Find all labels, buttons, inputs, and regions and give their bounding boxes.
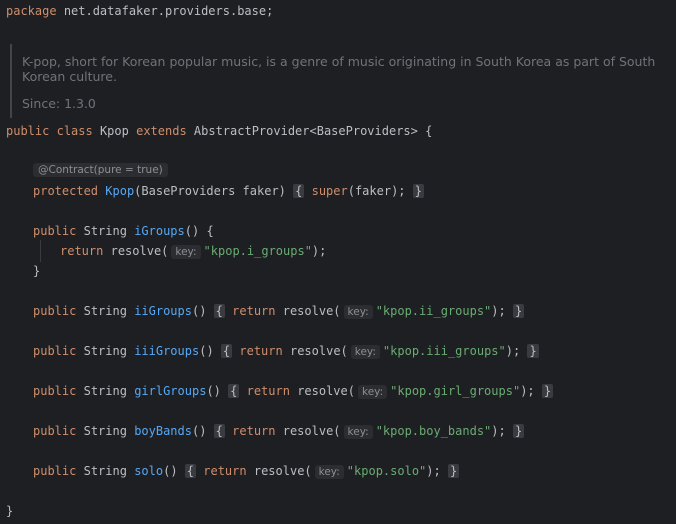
package-line[interactable]: package net.datafaker.providers.base; — [6, 2, 273, 20]
superclass-name: AbstractProvider<BaseProviders> — [193, 124, 418, 138]
param-hint-key: key: — [343, 305, 373, 319]
fold-close-brace[interactable]: } — [512, 304, 525, 318]
call-end: ); — [311, 244, 327, 258]
method-girlgroups[interactable]: public String girlGroups() { return reso… — [33, 382, 554, 400]
fold-open-brace[interactable]: { — [228, 384, 240, 398]
class-declaration[interactable]: public class Kpop extends AbstractProvid… — [6, 122, 432, 140]
extends-keyword: extends — [136, 124, 187, 138]
key-string: "kpop.girl_groups" — [390, 384, 521, 398]
param-hint-key: key: — [171, 245, 201, 259]
fold-close-brace[interactable]: } — [527, 344, 539, 358]
fold-open-brace[interactable]: { — [213, 424, 225, 438]
method-name: solo — [134, 464, 164, 478]
method-igroups-body[interactable]: return resolve(key: "kpop.i_groups"); — [60, 242, 326, 260]
package-keyword: package — [6, 4, 57, 18]
key-string: "kpop.ii_groups" — [375, 304, 492, 318]
fold-open-brace[interactable]: { — [293, 184, 305, 198]
param-hint-key: key: — [350, 345, 380, 359]
method-iiigroups[interactable]: public String iiiGroups() { return resol… — [33, 342, 539, 360]
class-close-brace[interactable]: } — [6, 502, 13, 520]
public-keyword: public — [33, 224, 77, 238]
constructor-params: (BaseProviders faker) — [134, 184, 286, 198]
fold-close-brace[interactable]: } — [541, 384, 554, 398]
method-igroups-signature[interactable]: public String iGroups() { — [33, 222, 214, 240]
public-keyword: public — [6, 124, 50, 138]
javadoc-text: K-pop, short for Korean popular music, i… — [22, 54, 656, 84]
method-solo[interactable]: public String solo() { return resolve(ke… — [33, 462, 460, 480]
param-hint-key: key: — [314, 465, 344, 479]
method-boybands[interactable]: public String boyBands() { return resolv… — [33, 422, 525, 440]
method-name: boyBands — [134, 424, 192, 438]
method-name: iiiGroups — [134, 344, 200, 358]
super-keyword: super — [311, 184, 348, 198]
method-igroups-close[interactable]: } — [33, 262, 40, 280]
return-type: String — [83, 224, 127, 238]
method-name: iiGroups — [134, 304, 192, 318]
key-string: "kpop.solo" — [346, 464, 427, 478]
param-hint-key: key: — [357, 385, 388, 399]
key-string: "kpop.boy_bands" — [375, 424, 492, 438]
constructor-line[interactable]: protected Kpop(BaseProviders faker) { su… — [33, 182, 424, 200]
method-iigroups[interactable]: public String iiGroups() { return resolv… — [33, 302, 525, 320]
method-open-brace: { — [206, 224, 214, 238]
key-string: "kpop.i_groups" — [203, 244, 312, 258]
fold-close-brace[interactable]: } — [412, 184, 424, 198]
key-string: "kpop.iii_groups" — [382, 344, 506, 358]
param-hint-key: key: — [343, 425, 373, 439]
fold-close-brace[interactable]: } — [447, 464, 460, 478]
package-name: net.datafaker.providers.base; — [63, 4, 274, 18]
fold-open-brace[interactable]: { — [220, 344, 233, 358]
return-keyword: return — [60, 244, 104, 258]
javadoc-since: Since: 1.3.0 — [22, 96, 96, 111]
indent-guide — [40, 240, 41, 262]
method-name: girlGroups — [134, 384, 207, 398]
class-name: Kpop — [99, 124, 129, 138]
method-name: iGroups — [134, 224, 185, 238]
javadoc-block[interactable]: K-pop, short for Korean popular music, i… — [10, 44, 672, 118]
fold-open-brace[interactable]: { — [213, 304, 225, 318]
protected-keyword: protected — [33, 184, 99, 198]
class-keyword: class — [56, 124, 93, 138]
resolve-call: resolve( — [110, 244, 169, 258]
fold-close-brace[interactable]: } — [512, 424, 525, 438]
super-args: (faker); — [347, 184, 406, 198]
class-open-brace: { — [425, 124, 433, 138]
fold-open-brace[interactable]: { — [184, 464, 197, 478]
contract-annotation-hint[interactable]: @Contract(pure = true) — [33, 163, 168, 177]
constructor-name: Kpop — [105, 184, 135, 198]
